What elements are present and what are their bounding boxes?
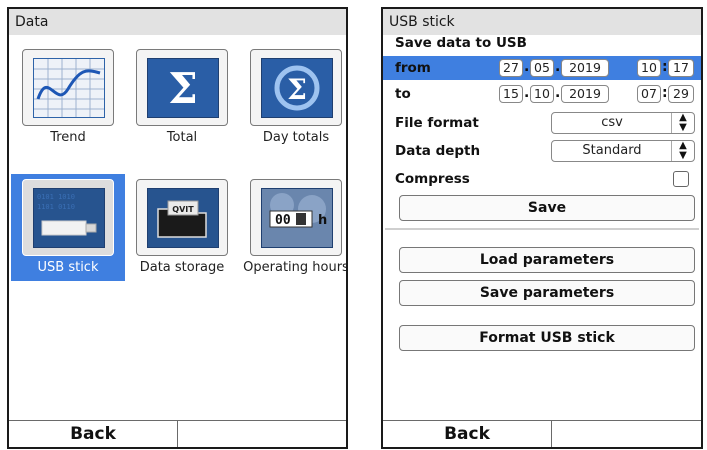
usb-stick-screen: USB stick Save data to USB from 27 . 05 … (381, 7, 703, 449)
data-depth-select[interactable]: Standard ▲ ▼ (551, 140, 695, 162)
file-format-select[interactable]: csv ▲ ▼ (551, 112, 695, 134)
from-day-field[interactable]: 27 (499, 59, 523, 77)
compress-checkbox[interactable] (673, 171, 689, 187)
tile-label: Total (166, 130, 198, 145)
tile-data-storage[interactable]: QVIT Data storage (125, 179, 239, 281)
tile-label: Operating hours (243, 260, 348, 275)
data-storage-folder-icon: QVIT (147, 188, 219, 248)
up-down-arrows-icon: ▲ ▼ (671, 141, 694, 161)
from-minute-field[interactable]: 17 (668, 59, 694, 77)
from-label: from (395, 60, 431, 76)
svg-text:00: 00 (275, 213, 291, 228)
compress-row: Compress (395, 167, 695, 191)
save-parameters-button[interactable]: Save parameters (399, 280, 695, 306)
to-day-field[interactable]: 15 (499, 85, 523, 103)
usb-stick-icon: 0101 1010 1101 0110 (33, 188, 105, 248)
data-menu-screen: Data Trend Σ Total Σ Day totals 0101 101… (7, 7, 348, 449)
up-down-arrows-icon: ▲ ▼ (671, 113, 694, 133)
file-format-label: File format (395, 115, 479, 131)
data-depth-row: Data depth Standard ▲ ▼ (395, 139, 695, 163)
section-heading: Save data to USB (395, 35, 527, 51)
trend-chart-icon (33, 58, 105, 118)
svg-text:h: h (318, 213, 327, 228)
svg-text:1101 0110: 1101 0110 (37, 203, 75, 211)
tile-day-totals[interactable]: Σ Day totals (239, 49, 346, 151)
tile-usb-stick[interactable]: 0101 1010 1101 0110 USB stick (11, 174, 125, 281)
from-hour-field[interactable]: 10 (637, 59, 661, 77)
to-hour-field[interactable]: 07 (637, 85, 661, 103)
from-row[interactable]: from 27 . 05 . 2019 10 : 17 (383, 56, 701, 80)
to-minute-field[interactable]: 29 (668, 85, 694, 103)
softkey-empty[interactable] (551, 421, 701, 447)
screen-title: Data (9, 9, 346, 35)
softkey-bar: Back (9, 420, 346, 447)
to-label: to (395, 86, 411, 102)
file-format-row: File format csv ▲ ▼ (395, 111, 695, 135)
tile-total[interactable]: Σ Total (125, 49, 239, 151)
to-year-field[interactable]: 2019 (561, 85, 609, 103)
softkey-empty[interactable] (177, 421, 346, 447)
tile-label: Data storage (139, 260, 225, 275)
tile-label: Day totals (262, 130, 330, 145)
tile-label: USB stick (37, 260, 99, 275)
load-parameters-button[interactable]: Load parameters (399, 247, 695, 273)
from-month-field[interactable]: 05 (530, 59, 554, 77)
softkey-bar: Back (383, 420, 701, 447)
back-button[interactable]: Back (9, 421, 177, 447)
data-depth-label: Data depth (395, 143, 481, 159)
divider (385, 228, 699, 230)
svg-text:Σ: Σ (287, 73, 307, 106)
save-button[interactable]: Save (399, 195, 695, 221)
to-row[interactable]: to 15 . 10 . 2019 07 : 29 (383, 82, 701, 106)
sigma-icon: Σ (147, 58, 219, 118)
tile-trend[interactable]: Trend (11, 49, 125, 151)
from-year-field[interactable]: 2019 (561, 59, 609, 77)
back-button[interactable]: Back (383, 421, 551, 447)
svg-text:Σ: Σ (168, 64, 198, 113)
svg-text:0101 1010: 0101 1010 (37, 193, 75, 201)
to-month-field[interactable]: 10 (530, 85, 554, 103)
hour-counter-icon: 00 h (261, 188, 333, 248)
tile-label: Trend (50, 130, 86, 145)
day-totals-sigma-icon: Σ (261, 58, 333, 118)
compress-label: Compress (395, 171, 470, 187)
format-usb-stick-button[interactable]: Format USB stick (399, 325, 695, 351)
tile-operating-hours[interactable]: 00 h Operating hours (239, 179, 346, 281)
svg-text:QVIT: QVIT (172, 205, 194, 214)
